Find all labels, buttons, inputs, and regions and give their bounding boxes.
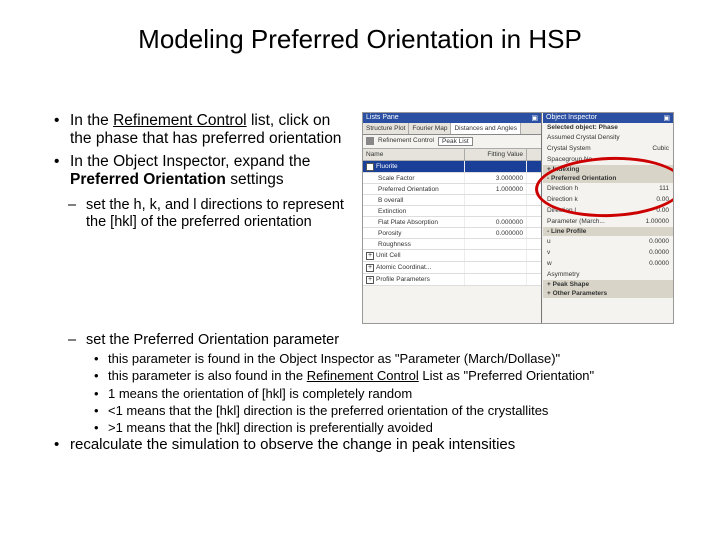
subsub-meaning-gt-one: >1 means that the [hkl] direction is pre… xyxy=(54,420,690,435)
grid-row-preferred-orientation[interactable]: Preferred Orientation1.000000 xyxy=(363,184,541,195)
grid-row-profile-params[interactable]: +Profile Parameters xyxy=(363,274,541,286)
slide-title: Modeling Preferred Orientation in HSP xyxy=(0,24,720,55)
grid-row-atomic-coord[interactable]: +Atomic Coordinat... xyxy=(363,262,541,274)
tab-fourier-map[interactable]: Fourier Map xyxy=(409,123,451,134)
field-direction-k[interactable]: Direction k0.00 xyxy=(543,194,673,205)
section-other-params[interactable]: + Other Parameters xyxy=(543,289,673,298)
tab-structure-plot[interactable]: Structure Plot xyxy=(363,123,409,134)
subsub-param-location-oi: this parameter is found in the Object In… xyxy=(54,351,690,366)
field-u[interactable]: u0.0000 xyxy=(543,236,673,247)
sub-bullet-po-param: set the Preferred Orientation parameter xyxy=(54,332,690,349)
field-direction-h[interactable]: Direction h111 xyxy=(543,183,673,194)
left-tabs: Structure Plot Fourier Map Distances and… xyxy=(363,123,541,135)
tab-distances-angles[interactable]: Distances and Angles xyxy=(451,123,521,134)
expander-icon[interactable]: + xyxy=(366,264,374,272)
left-pane-title: Lists Pane xyxy=(366,114,399,122)
section-indexing[interactable]: + Indexing xyxy=(543,165,673,174)
selected-object-label: Selected object: Phase xyxy=(543,123,673,132)
field-crystal-density: Assumed Crystal Density xyxy=(543,132,673,143)
grid-head-value: Fitting Value xyxy=(465,149,527,160)
app-screenshot: Lists Pane ▣ Structure Plot Fourier Map D… xyxy=(362,112,674,324)
grid-row-unit-cell[interactable]: +Unit Cell xyxy=(363,250,541,262)
subsub-meaning-lt-one: <1 means that the [hkl] direction is the… xyxy=(54,403,690,418)
field-v[interactable]: v0.0000 xyxy=(543,247,673,258)
pane-controls: ▣ xyxy=(531,114,538,122)
subsub-meaning-one: 1 means the orientation of [hkl] is comp… xyxy=(54,386,690,401)
field-crystal-system: Crystal SystemCubic xyxy=(543,143,673,154)
section-preferred-orientation[interactable]: - Preferred Orientation xyxy=(543,174,673,183)
field-direction-l[interactable]: Direction l0.00 xyxy=(543,205,673,216)
sub-bullet-hkl: set the h, k, and l directions to repres… xyxy=(54,197,354,231)
expander-icon[interactable]: + xyxy=(366,252,374,260)
tool-icon xyxy=(366,137,374,145)
grid-row-extinction[interactable]: Extinction xyxy=(363,206,541,217)
refinement-control-label: Refinement Control xyxy=(378,137,434,146)
section-line-profile[interactable]: - Line Profile xyxy=(543,227,673,236)
section-peak-shape[interactable]: + Peak Shape xyxy=(543,280,673,289)
grid-row-scale-factor[interactable]: Scale Factor3.000000 xyxy=(363,173,541,184)
grid-row-porosity[interactable]: Porosity0.000000 xyxy=(363,228,541,239)
grid-row-b-overall[interactable]: B overall xyxy=(363,195,541,206)
bullet-refinement-control: In the Refinement Control list, click on… xyxy=(54,112,354,149)
field-w[interactable]: w0.0000 xyxy=(543,258,673,269)
bullet-recalculate: recalculate the simulation to observe th… xyxy=(54,436,690,454)
right-pane-title: Object Inspector xyxy=(546,114,597,122)
field-spacegroup: Spacegroup No. xyxy=(543,154,673,165)
peak-list-button[interactable]: Peak List xyxy=(438,137,473,146)
field-parameter-march[interactable]: Parameter (March...1.00000 xyxy=(543,216,673,227)
grid-row-flat-plate[interactable]: Flat Plate Absorption0.000000 xyxy=(363,217,541,228)
refinement-grid: NameFitting Value -Fluorite Scale Factor… xyxy=(363,149,541,286)
expander-icon[interactable]: + xyxy=(366,276,374,284)
field-asymmetry[interactable]: Asymmetry xyxy=(543,269,673,280)
bullet-object-inspector: In the Object Inspector, expand the Pref… xyxy=(54,153,354,190)
grid-row-roughness[interactable]: Roughness xyxy=(363,239,541,250)
expander-icon[interactable]: - xyxy=(366,163,374,171)
grid-row-fluorite[interactable]: -Fluorite xyxy=(363,161,541,173)
grid-head-name: Name xyxy=(363,149,465,160)
subsub-param-location-rc: this parameter is also found in the Refi… xyxy=(54,368,690,383)
pane-controls: ▣ xyxy=(663,114,670,122)
